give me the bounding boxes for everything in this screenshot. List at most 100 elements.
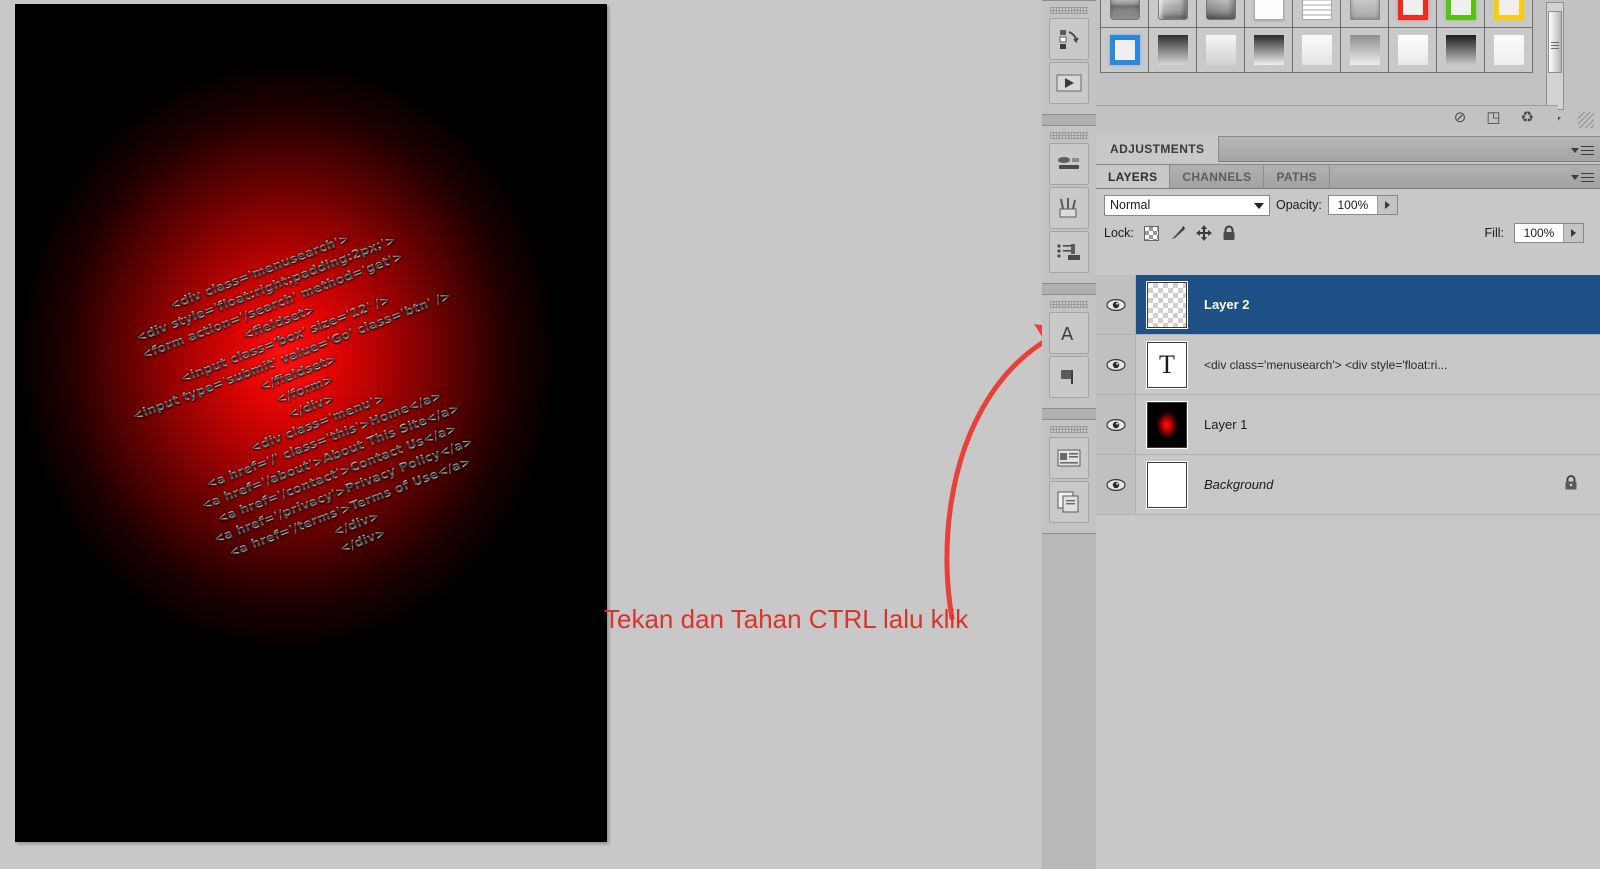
style-plain-white[interactable] [1245, 0, 1293, 28]
style-blue-frame[interactable] [1101, 28, 1149, 73]
style-green-frame[interactable] [1437, 0, 1485, 28]
style-gradient-black[interactable] [1437, 28, 1485, 73]
lock-row: Lock: Fill: 100% [1096, 219, 1600, 247]
style-gradient-steep[interactable] [1245, 28, 1293, 73]
paragraph-panel-icon[interactable] [1049, 356, 1089, 398]
document-canvas[interactable]: <div class='menusearch'> <div style='floa… [15, 4, 607, 842]
fill-value: 100% [1523, 226, 1555, 240]
layer-comps-panel-icon[interactable] [1049, 481, 1089, 523]
layer-list: Layer 2 T <div class='menusearch'> <div st… [1096, 275, 1600, 869]
style-lined[interactable] [1293, 0, 1341, 28]
history-panel-icon[interactable] [1049, 18, 1089, 60]
layer-thumbnail [1147, 401, 1187, 448]
blend-mode-row: Normal Opacity: 100% [1096, 189, 1600, 219]
layer-row[interactable]: Layer 1 [1096, 395, 1600, 455]
panel-resize-grip[interactable] [1578, 112, 1594, 128]
svg-text:A: A [1061, 324, 1074, 344]
dock-group [1042, 419, 1096, 534]
tab-layers[interactable]: LAYERS [1096, 165, 1171, 188]
photoshop-window: <div class='menusearch'> <div style='floa… [0, 0, 1600, 869]
style-gray-emboss[interactable] [1341, 0, 1389, 28]
style-gradient-dark[interactable] [1149, 28, 1197, 73]
lock-position-icon[interactable] [1195, 225, 1212, 241]
menu-icon [1581, 143, 1594, 158]
tabs-spacer [1330, 165, 1600, 188]
eye-icon[interactable] [1105, 358, 1126, 372]
dock-drag-grip[interactable] [1050, 301, 1088, 308]
layer-row[interactable]: Layer 2 [1096, 275, 1600, 335]
eye-icon[interactable] [1105, 418, 1126, 432]
layer-thumbnail [1147, 461, 1187, 508]
panels-column: ⊘ ◳ ♻ ADJUSTMENTS LAYERS CHANNELS PATHS Norm… [1096, 0, 1600, 869]
style-yellow-frame[interactable] [1485, 0, 1533, 28]
style-bevel-soft[interactable] [1149, 0, 1197, 28]
tab-adjustments[interactable]: ADJUSTMENTS [1096, 136, 1220, 162]
style-bevel-curl[interactable] [1197, 0, 1245, 28]
layer-visibility-toggle[interactable] [1096, 395, 1136, 454]
layer-name: Layer 2 [1204, 297, 1250, 312]
style-gradient-white[interactable] [1389, 28, 1437, 73]
lock-icon-group [1143, 225, 1236, 241]
style-gradient-light[interactable] [1197, 28, 1245, 73]
tab-paths[interactable]: PATHS [1264, 165, 1330, 188]
menu-icon [1581, 170, 1594, 185]
layer-thumbnail-cell[interactable] [1136, 461, 1198, 508]
dock-group [1042, 0, 1096, 115]
fill-stepper[interactable] [1563, 224, 1583, 242]
layer-thumbnail-cell[interactable]: T [1136, 341, 1198, 388]
new-style-button[interactable]: ◳ [1486, 110, 1500, 125]
layer-name: Background [1204, 477, 1274, 492]
fill-label: Fill: [1484, 226, 1504, 240]
canvas-artwork: <div class='menusearch'> <div style='floa… [15, 4, 607, 842]
eye-icon[interactable] [1105, 478, 1126, 492]
opacity-stepper[interactable] [1376, 196, 1397, 214]
actions-panel-icon[interactable] [1049, 62, 1089, 104]
style-red-frame[interactable] [1389, 0, 1437, 28]
delete-style-button[interactable]: ♻ [1521, 110, 1534, 125]
styles-swatch-grid[interactable] [1100, 0, 1536, 73]
style-bevel-down[interactable] [1101, 0, 1149, 28]
adjustments-panel-menu-button[interactable] [1571, 143, 1594, 158]
layer-row[interactable]: Background [1096, 455, 1600, 515]
dock-drag-grip[interactable] [1050, 426, 1088, 433]
lock-all-icon[interactable] [1222, 225, 1236, 241]
style-gradient-faint[interactable] [1485, 28, 1533, 73]
layer-thumbnail-cell[interactable] [1136, 281, 1198, 328]
layer-lock-icon [1565, 474, 1577, 489]
style-gradient-pale[interactable] [1293, 28, 1341, 73]
lock-image-pixels-icon[interactable] [1169, 225, 1186, 241]
lock-transparent-pixels-icon[interactable] [1143, 225, 1159, 241]
chevron-down-icon [1254, 202, 1264, 209]
layer-visibility-toggle[interactable] [1096, 275, 1136, 334]
clone-source-panel-icon[interactable] [1049, 231, 1089, 273]
layers-panel-menu-button[interactable] [1571, 170, 1594, 185]
layer-row[interactable]: T <div class='menusearch'> <div style='fl… [1096, 335, 1600, 395]
tab-channels[interactable]: CHANNELS [1170, 165, 1265, 188]
opacity-label: Opacity: [1276, 198, 1322, 212]
type-layer-icon: T [1159, 349, 1175, 379]
layer-visibility-toggle[interactable] [1096, 455, 1136, 514]
fill-field[interactable]: 100% [1514, 223, 1584, 243]
annotation-text: Tekan dan Tahan CTRL lalu klik [604, 604, 969, 634]
eye-icon[interactable] [1105, 298, 1126, 312]
blend-mode-select[interactable]: Normal [1104, 194, 1270, 216]
brushes-panel-icon[interactable] [1049, 187, 1089, 229]
clear-style-button[interactable]: ⊘ [1454, 110, 1467, 125]
dock-drag-grip[interactable] [1050, 7, 1088, 14]
styles-panel-footer: ⊘ ◳ ♻ [1096, 105, 1558, 129]
layer-visibility-toggle[interactable] [1096, 335, 1136, 394]
character-panel-icon[interactable]: A [1049, 312, 1089, 354]
color-panel-icon[interactable] [1049, 143, 1089, 185]
styles-scrollbar[interactable] [1546, 2, 1564, 110]
dock-group [1042, 125, 1096, 284]
dock-divider [1042, 284, 1096, 294]
info-panel-icon[interactable] [1049, 437, 1089, 479]
layer-name: Layer 1 [1204, 417, 1248, 432]
layers-panel-tabs: LAYERS CHANNELS PATHS [1096, 165, 1600, 189]
scrollbar-thumb[interactable] [1548, 11, 1562, 73]
style-gradient-mid[interactable] [1341, 28, 1389, 73]
opacity-field[interactable]: 100% [1327, 195, 1398, 215]
layer-thumbnail-cell[interactable] [1136, 401, 1198, 448]
dock-drag-grip[interactable] [1050, 132, 1088, 139]
adjustments-panel-tab-bar: ADJUSTMENTS [1096, 136, 1600, 162]
